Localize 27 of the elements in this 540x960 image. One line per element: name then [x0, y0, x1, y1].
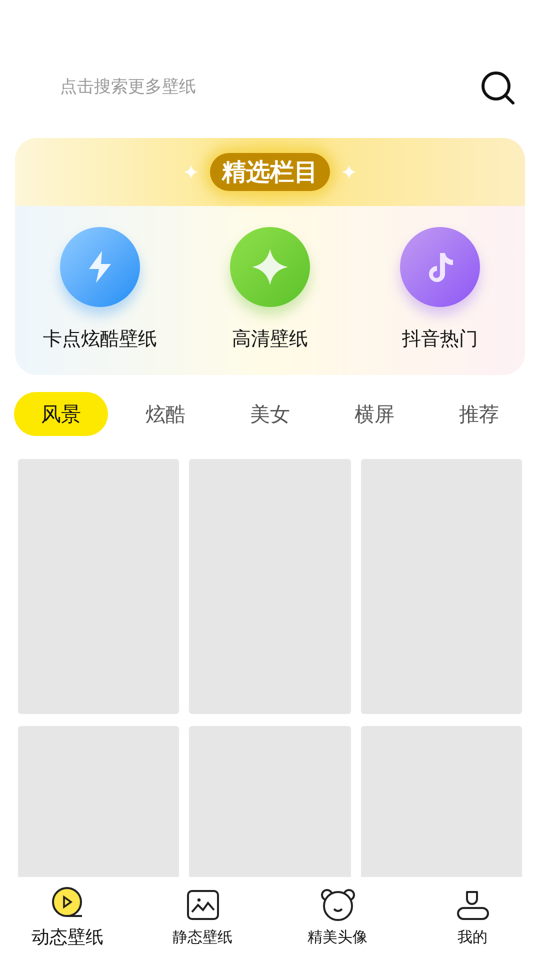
sparkle-icon: [230, 227, 310, 307]
lightning-icon: [60, 227, 140, 307]
nav-tab[interactable]: 动态壁纸: [0, 877, 135, 960]
featured-item[interactable]: 抖音热门: [355, 227, 525, 375]
category-tab[interactable]: 横屏: [327, 392, 422, 436]
category-tab[interactable]: 炫酷: [118, 392, 213, 436]
wallpaper-placeholder[interactable]: [18, 459, 180, 714]
search-icon[interactable]: [480, 70, 516, 106]
nav-tab[interactable]: 我的: [405, 877, 540, 960]
sparkle-icon: [184, 165, 198, 179]
bear-icon: [320, 888, 356, 922]
image-icon: [186, 888, 220, 922]
play-icon: [50, 886, 84, 920]
nav-tab[interactable]: 精美头像: [270, 877, 405, 960]
category-tab[interactable]: 风景: [14, 392, 108, 436]
user-icon: [456, 888, 490, 922]
category-tab[interactable]: 美女: [222, 392, 318, 436]
category-tab[interactable]: 推荐: [432, 392, 526, 436]
featured-title: 精选栏目: [210, 153, 330, 191]
sparkle-icon: [342, 165, 356, 179]
featured-item[interactable]: 卡点炫酷壁纸: [15, 227, 185, 375]
wallpaper-placeholder[interactable]: [360, 459, 522, 714]
music-note-icon: [400, 227, 480, 307]
featured-item[interactable]: 高清壁纸: [185, 227, 355, 375]
wallpaper-placeholder[interactable]: [189, 459, 351, 714]
nav-tab[interactable]: 静态壁纸: [135, 877, 270, 960]
search-field[interactable]: 点击搜索更多壁纸: [60, 75, 480, 101]
